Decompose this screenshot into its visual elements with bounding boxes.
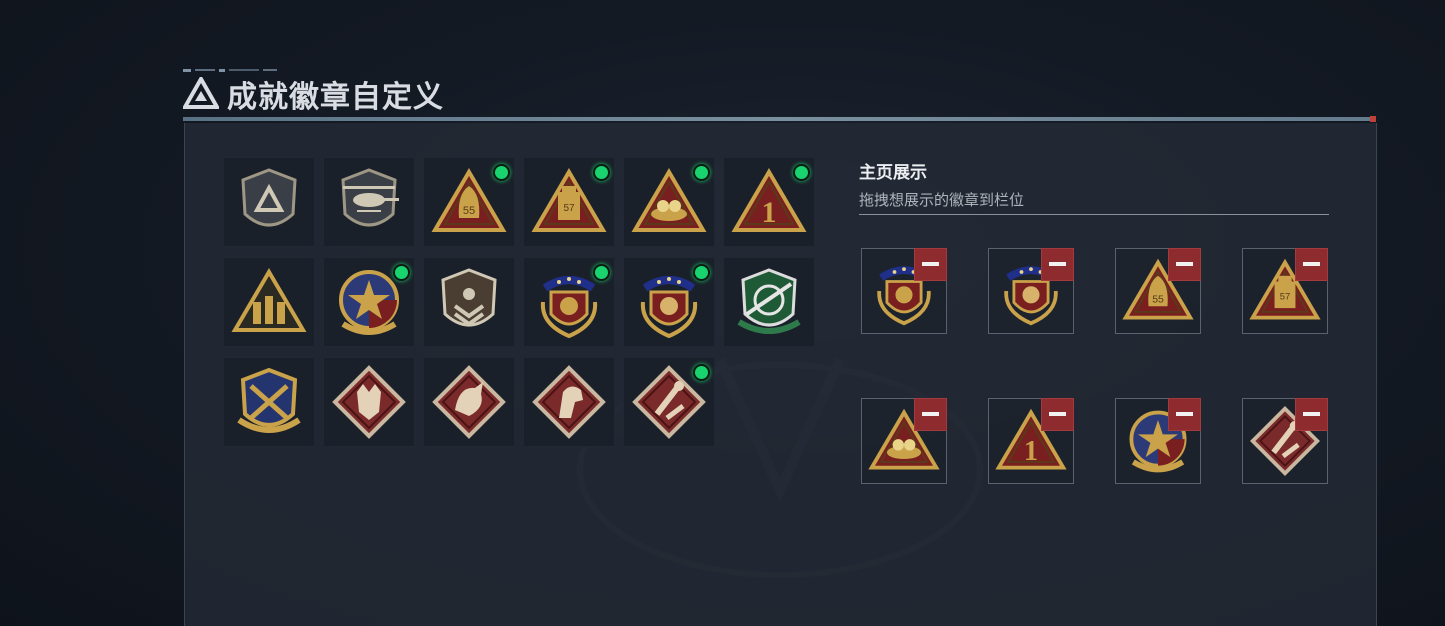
badge-cell[interactable]: 57	[523, 157, 615, 247]
soldiers-badge-icon	[231, 268, 307, 332]
equipped-indicator	[593, 164, 610, 181]
page-title: 成就徽章自定义	[227, 81, 444, 114]
showcase-slot[interactable]: 1	[988, 398, 1074, 484]
badge-cell[interactable]	[623, 257, 715, 347]
green-rifle-badge-icon	[737, 268, 801, 334]
wolf-badge-icon	[332, 365, 406, 439]
showcase-slot[interactable]	[1242, 398, 1328, 484]
badge-cell[interactable]	[223, 257, 315, 347]
crossed-rifles-badge-icon	[237, 367, 301, 433]
badge-cell[interactable]	[623, 157, 715, 247]
homepage-showcase-header: 主页展示 拖拽想展示的徽章到栏位	[859, 158, 1329, 210]
remove-badge-button[interactable]	[1168, 248, 1201, 281]
badge-cell[interactable]	[323, 157, 415, 247]
helicopter-badge-icon	[341, 168, 399, 227]
badge-cell[interactable]	[623, 357, 715, 447]
equipped-indicator	[493, 164, 510, 181]
showcase-slot[interactable]: 57	[1242, 248, 1328, 334]
svg-text:55: 55	[463, 205, 475, 217]
badge-cell[interactable]	[723, 257, 815, 347]
remove-badge-button[interactable]	[1041, 398, 1074, 431]
showcase-slot[interactable]	[861, 248, 947, 334]
badge-cell[interactable]	[323, 357, 415, 447]
dragon-badge-icon	[432, 365, 506, 439]
showcase-slot[interactable]	[988, 248, 1074, 334]
svg-text:1: 1	[762, 196, 777, 229]
chevron-shield-badge-icon	[441, 268, 497, 327]
shield-tri-icon	[241, 168, 297, 227]
svg-text:57: 57	[563, 203, 575, 214]
header-divider-marker	[1370, 116, 1376, 122]
remove-badge-button[interactable]	[1041, 248, 1074, 281]
badge-cell[interactable]	[223, 157, 315, 247]
header-divider	[183, 117, 1376, 121]
remove-badge-button[interactable]	[1295, 248, 1328, 281]
badge-cell[interactable]	[423, 257, 515, 347]
svg-text:55: 55	[1152, 294, 1164, 305]
badge-cell[interactable]	[523, 357, 615, 447]
equipped-indicator	[693, 164, 710, 181]
badge-cell[interactable]	[523, 257, 615, 347]
equipped-indicator	[793, 164, 810, 181]
remove-badge-button[interactable]	[914, 248, 947, 281]
badge-cell[interactable]	[323, 257, 415, 347]
page-header: 成就徽章自定义	[183, 72, 444, 116]
badge-cell[interactable]: 55	[423, 157, 515, 247]
showcase-subtitle: 拖拽想展示的徽章到栏位	[859, 192, 1025, 209]
badge-cell[interactable]	[223, 357, 315, 447]
remove-badge-button[interactable]	[1295, 398, 1328, 431]
equipped-indicator	[393, 264, 410, 281]
equipped-indicator	[693, 264, 710, 281]
equipped-indicator	[593, 264, 610, 281]
equipped-indicator	[693, 364, 710, 381]
svg-text:57: 57	[1280, 292, 1291, 303]
delta-logo-icon	[183, 77, 219, 109]
badge-collection-grid: 55 57 1	[223, 157, 823, 457]
remove-badge-button[interactable]	[914, 398, 947, 431]
showcase-title: 主页展示	[859, 163, 927, 182]
remove-badge-button[interactable]	[1168, 398, 1201, 431]
badge-cell[interactable]	[423, 357, 515, 447]
svg-text:1: 1	[1024, 436, 1038, 467]
showcase-slot[interactable]: 55	[1115, 248, 1201, 334]
horse-badge-icon	[532, 365, 606, 439]
showcase-slot[interactable]	[1115, 398, 1201, 484]
showcase-divider	[859, 214, 1329, 215]
badge-cell[interactable]: 1	[723, 157, 815, 247]
showcase-slot[interactable]	[861, 398, 947, 484]
